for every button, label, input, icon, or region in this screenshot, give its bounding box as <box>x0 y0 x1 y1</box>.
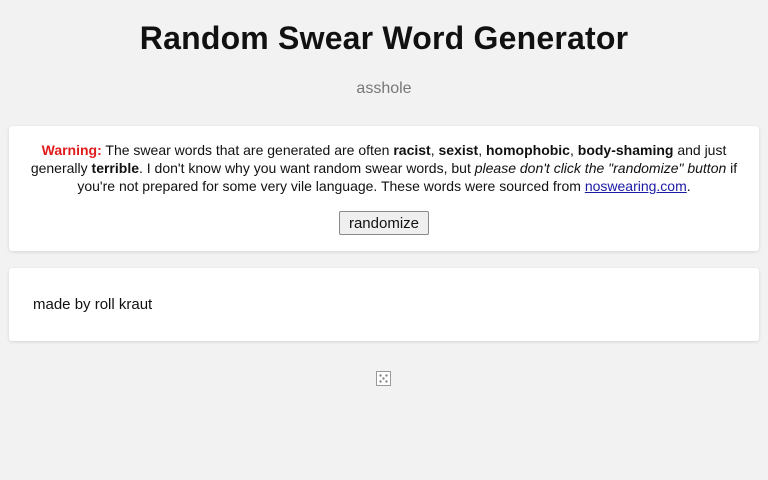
randomize-button[interactable]: randomize <box>339 211 429 235</box>
warning-text-2: , <box>430 142 439 158</box>
page-title: Random Swear Word Generator <box>139 20 629 56</box>
warning-keyword-sexist: sexist <box>438 142 479 158</box>
warning-text: Warning: The swear words that are genera… <box>25 141 743 195</box>
warning-text-1: The swear words that are generated are o… <box>101 142 394 158</box>
generated-word: asshole <box>356 80 412 97</box>
warning-keyword-homophobic: homophobic <box>485 142 570 158</box>
warning-italic-note: please don't click the "randomize" butto… <box>474 160 727 176</box>
noswearing-link[interactable]: noswearing.com <box>585 178 687 194</box>
warning-keyword-racist: racist <box>393 142 431 158</box>
page: Random Swear Word Generator asshole Warn… <box>0 0 768 480</box>
dice-icon <box>376 371 391 386</box>
warning-keyword-body-shaming: body-shaming <box>577 142 674 158</box>
warning-label: Warning: <box>41 142 102 158</box>
warning-card: Warning: The swear words that are genera… <box>9 126 759 251</box>
credit-card: made by roll kraut <box>9 268 759 341</box>
warning-text-4: , <box>569 142 578 158</box>
warning-keyword-terrible: terrible <box>91 160 139 176</box>
warning-text-3: , <box>478 142 486 158</box>
warning-text-6: . I don't know why you want random swear… <box>139 160 475 176</box>
warning-text-8: . <box>686 178 691 194</box>
credit-text: made by roll kraut <box>33 296 153 313</box>
